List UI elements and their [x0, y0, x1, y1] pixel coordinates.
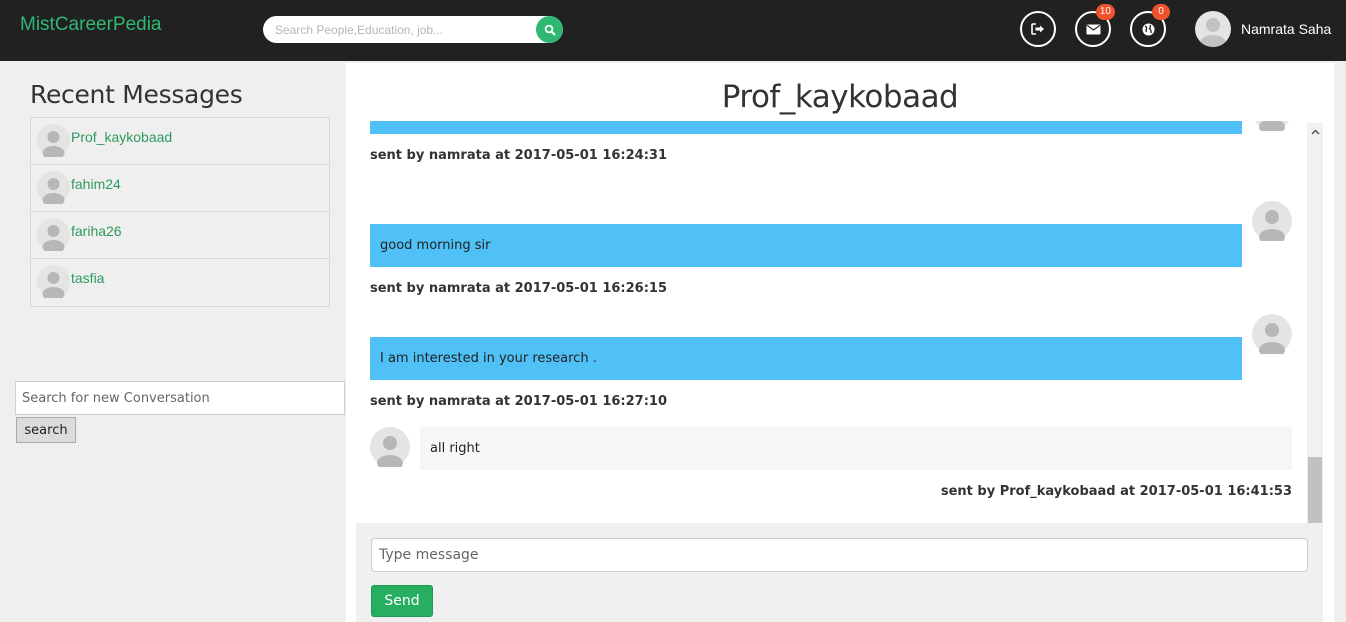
notifications-count-badge: 0	[1152, 4, 1170, 20]
contact-avatar-icon	[37, 171, 70, 204]
search-icon	[544, 24, 555, 35]
chat-title: Prof_kaykobaad	[721, 79, 959, 115]
receiver-avatar-icon	[370, 427, 410, 467]
logout-button[interactable]	[1020, 11, 1056, 47]
sent-message-bubble	[370, 121, 1242, 134]
recent-messages-heading: Recent Messages	[30, 80, 243, 109]
sent-message-bubble: good morning sir	[370, 224, 1242, 267]
notifications-button[interactable]: 0	[1130, 4, 1170, 47]
user-avatar-icon	[1199, 18, 1227, 47]
contact-list: Prof_kaykobaad fahim24 fariha26 tasfia	[30, 117, 330, 307]
contact-item[interactable]: fahim24	[31, 165, 329, 212]
sender-avatar-icon	[1252, 314, 1292, 354]
new-conversation-search-input[interactable]	[15, 381, 345, 415]
sender-avatar-icon	[1254, 121, 1290, 131]
top-navbar: MistCareerPedia 10 0	[0, 0, 1346, 61]
send-button[interactable]: Send	[371, 585, 433, 617]
scroll-up-button[interactable]	[1307, 124, 1323, 140]
sender-avatar-icon	[1252, 201, 1292, 241]
message-meta: sent by namrata at 2017-05-01 16:26:15	[370, 281, 667, 296]
message-meta: sent by namrata at 2017-05-01 16:24:31	[370, 148, 667, 163]
contact-name[interactable]: Prof_kaykobaad	[71, 129, 172, 145]
sent-message-bubble: I am interested in your research .	[370, 337, 1242, 380]
user-name[interactable]: Namrata Saha	[1241, 21, 1331, 37]
user-avatar[interactable]	[1195, 11, 1231, 47]
contact-name[interactable]: tasfia	[71, 270, 104, 286]
message-meta: sent by namrata at 2017-05-01 16:27:10	[370, 394, 667, 409]
contact-avatar-icon	[37, 124, 70, 157]
message-composer: Send	[356, 523, 1323, 622]
message-input[interactable]	[371, 538, 1308, 572]
message-list[interactable]: sent by namrata at 2017-05-01 16:24:31 g…	[346, 121, 1323, 579]
global-search	[263, 16, 563, 43]
contact-avatar-icon	[37, 218, 70, 251]
brand-logo[interactable]: MistCareerPedia	[20, 14, 162, 36]
envelope-icon	[1086, 24, 1100, 34]
contact-name[interactable]: fariha26	[71, 223, 122, 239]
globe-icon	[1142, 23, 1154, 35]
messages-count-badge: 10	[1095, 4, 1115, 20]
logout-icon	[1031, 23, 1044, 35]
contact-item[interactable]: fariha26	[31, 212, 329, 259]
search-conversation-button[interactable]: search	[16, 417, 76, 443]
chat-panel: Prof_kaykobaad sent by namrata at 2017-0…	[346, 63, 1334, 622]
search-button[interactable]	[536, 16, 563, 43]
global-search-input[interactable]	[275, 20, 535, 39]
chevron-up-icon	[1310, 129, 1320, 135]
contact-name[interactable]: fahim24	[71, 176, 121, 192]
messages-button[interactable]: 10	[1075, 4, 1115, 47]
contact-item[interactable]: Prof_kaykobaad	[31, 118, 329, 165]
message-list-scrollbar[interactable]	[1307, 123, 1323, 581]
contact-avatar-icon	[37, 265, 70, 298]
message-meta: sent by Prof_kaykobaad at 2017-05-01 16:…	[940, 484, 1292, 499]
received-message-bubble: all right	[420, 427, 1292, 470]
contact-item[interactable]: tasfia	[31, 259, 329, 306]
